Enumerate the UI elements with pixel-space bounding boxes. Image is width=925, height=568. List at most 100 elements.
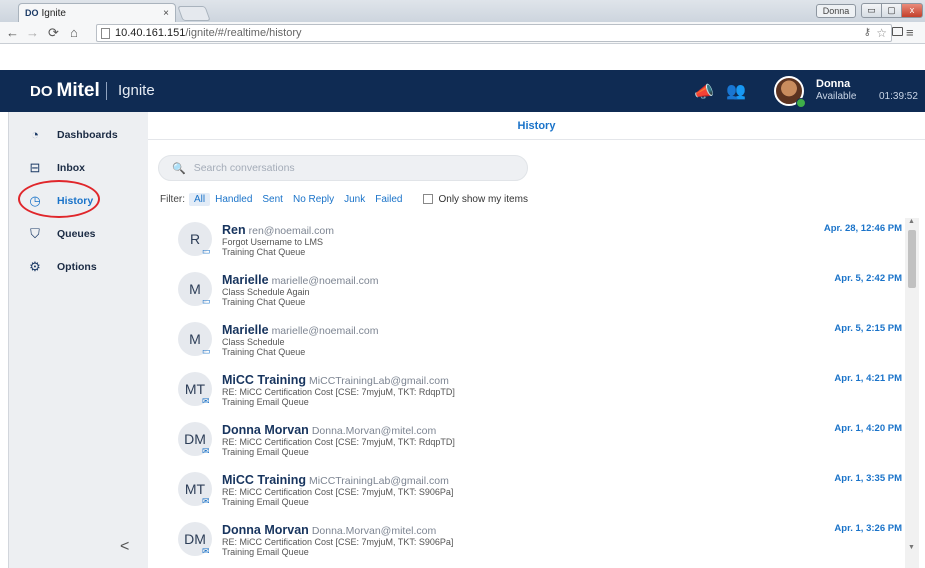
sidebar-item-queues[interactable]: ⛉ Queues [9,221,149,247]
list-item[interactable]: MT ✉ MiCC Training MiCCTrainingLab@gmail.… [148,466,908,516]
scroll-up-icon[interactable]: ▲ [908,218,915,225]
sidebar-item-label: Options [57,261,97,273]
conversation-date: Apr. 1, 3:26 PM [834,523,902,534]
contact-name: Marielle [222,323,269,337]
tab-title: Ignite [41,7,66,19]
contact-email: MiCCTrainingLab@gmail.com [309,475,449,487]
conversation-subject: Class Schedule Again [222,287,310,297]
sidebar: ◔ Dashboards ⊟ Inbox ◷ History ⛉ Queues … [8,112,148,568]
chat-icon: ▭ [202,346,211,356]
list-scrollbar[interactable]: ▲ ▼ [905,218,919,568]
only-mine-checkbox[interactable] [423,194,434,204]
conversation-date: Apr. 1, 4:20 PM [834,423,902,434]
contact-email: marielle@noemail.com [271,325,379,337]
status-clock: 01:39:52 [879,91,918,102]
contact-name: Marielle [222,273,269,287]
conversation-queue: Training Email Queue [222,547,309,557]
mitel-favicon-icon: DO [25,8,39,18]
contact-name: Ren [222,223,246,237]
close-window-button[interactable]: x [901,3,923,18]
only-mine-label[interactable]: Only show my items [438,194,527,205]
sidebar-item-label: History [57,195,94,207]
conversation-queue: Training Chat Queue [222,347,306,357]
main-content: History 🔍 Filter: All Handled Sent No Re… [148,112,925,568]
conversation-date: Apr. 1, 3:35 PM [834,473,902,484]
clock-icon: ◷ [29,193,41,208]
email-icon: ✉ [202,446,210,456]
contact-name: Donna Morvan [222,523,309,537]
conversation-list: R ▭ Ren ren@noemail.com Forgot Username t… [148,216,908,568]
list-item[interactable]: DM ✉ Donna Morvan Donna.Morvan@mitel.com … [148,416,908,466]
contact-email: Donna.Morvan@mitel.com [311,425,437,437]
key-icon[interactable]: ⚷ [864,25,871,41]
reload-icon[interactable]: ⟳ [48,25,59,41]
conversation-queue: Training Chat Queue [222,247,306,257]
conversation-date: Apr. 5, 2:15 PM [834,323,902,334]
filter-junk[interactable]: Junk [339,193,370,206]
minimize-button[interactable]: ▭ [861,3,882,18]
filter-failed[interactable]: Failed [370,193,407,206]
browser-toolbar: ← → ⟳ ⌂ 10.40.161.151/ignite/#/realtime/… [0,22,925,44]
sidebar-item-inbox[interactable]: ⊟ Inbox [9,155,149,181]
conversation-subject: RE: MiCC Certification Cost [CSE: 7myjuM… [222,487,454,497]
contact-name: MiCC Training [222,473,307,487]
filter-all[interactable]: All [189,192,211,206]
filter-sent[interactable]: Sent [257,193,288,206]
url-host: 10.40.161.151 [115,27,186,39]
megaphone-icon[interactable]: 📣 [694,82,714,102]
conversation-subject: RE: MiCC Certification Cost [CSE: 7myjuM… [222,437,455,447]
collapse-sidebar-icon[interactable]: < [120,538,129,556]
user-name[interactable]: Donna [816,78,850,90]
contact-email: marielle@noemail.com [271,275,379,287]
profile-badge[interactable]: Donna [816,4,856,18]
conversation-subject: Forgot Username to LMS [222,237,324,247]
list-item[interactable]: M ▭ Marielle marielle@noemail.com Class S… [148,266,908,316]
list-item[interactable]: DM ✉ Donna Morvan Donna.Morvan@mitel.com … [148,516,908,566]
maximize-button[interactable]: ▢ [881,3,902,18]
filter-no-reply[interactable]: No Reply [288,193,339,206]
address-bar[interactable]: 10.40.161.151/ignite/#/realtime/history … [96,24,892,42]
sidebar-item-dashboards[interactable]: ◔ Dashboards [9,122,149,148]
user-status[interactable]: Available [816,91,856,102]
conversation-queue: Training Email Queue [222,447,309,457]
conversation-date: Apr. 28, 12:46 PM [823,223,902,234]
tab-close-icon[interactable]: × [163,8,169,19]
brand-name: Mitel [56,80,100,101]
list-item[interactable]: M ▭ Marielle marielle@noemail.com Class S… [148,316,908,366]
conversation-subject: Class Schedule [222,337,285,347]
list-item[interactable]: R ▭ Ren ren@noemail.com Forgot Username t… [148,216,908,266]
list-item[interactable]: MT ✉ MiCC Training MiCCTrainingLab@gmail.… [148,366,908,416]
scroll-thumb[interactable] [908,230,916,288]
scroll-down-icon[interactable]: ▼ [908,544,915,551]
sidebar-item-label: Inbox [57,162,85,174]
back-icon[interactable]: ← [6,25,19,41]
page-icon [101,28,110,39]
sidebar-item-label: Dashboards [57,129,118,141]
sidebar-item-label: Queues [57,228,96,240]
header-divider [106,82,107,100]
menu-icon[interactable]: ≡ [906,25,914,40]
new-tab-button[interactable] [177,6,211,21]
search-box[interactable]: 🔍 [158,155,528,181]
conversation-subject: RE: MiCC Certification Cost [CSE: 7myjuM… [222,537,454,547]
inbox-icon: ⊟ [29,160,41,175]
conversation-queue: Training Chat Queue [222,297,306,307]
conversation-date: Apr. 1, 4:21 PM [834,373,902,384]
filter-handled[interactable]: Handled [210,193,257,206]
tab-strip: DO Ignite × Donna ▭ ▢ x [0,0,925,22]
filter-bar: Filter: All Handled Sent No Reply Junk F… [160,192,528,206]
sidebar-item-history[interactable]: ◷ History [9,188,149,214]
contact-email: Donna.Morvan@mitel.com [311,525,437,537]
mitel-logo[interactable]: DO Mitel [30,80,100,102]
contact-email: ren@noemail.com [248,225,334,237]
browser-tab[interactable]: DO Ignite × [18,3,176,22]
product-name: Ignite [118,82,155,99]
cast-icon[interactable] [892,27,903,36]
people-icon[interactable]: 👥 [726,81,746,101]
bookmark-star-icon[interactable]: ☆ [876,25,887,41]
chat-icon: ▭ [202,246,211,256]
forward-icon[interactable]: → [26,25,39,41]
home-icon[interactable]: ⌂ [70,25,78,41]
sidebar-item-options[interactable]: ⚙ Options [9,254,149,280]
search-input[interactable] [193,162,514,174]
